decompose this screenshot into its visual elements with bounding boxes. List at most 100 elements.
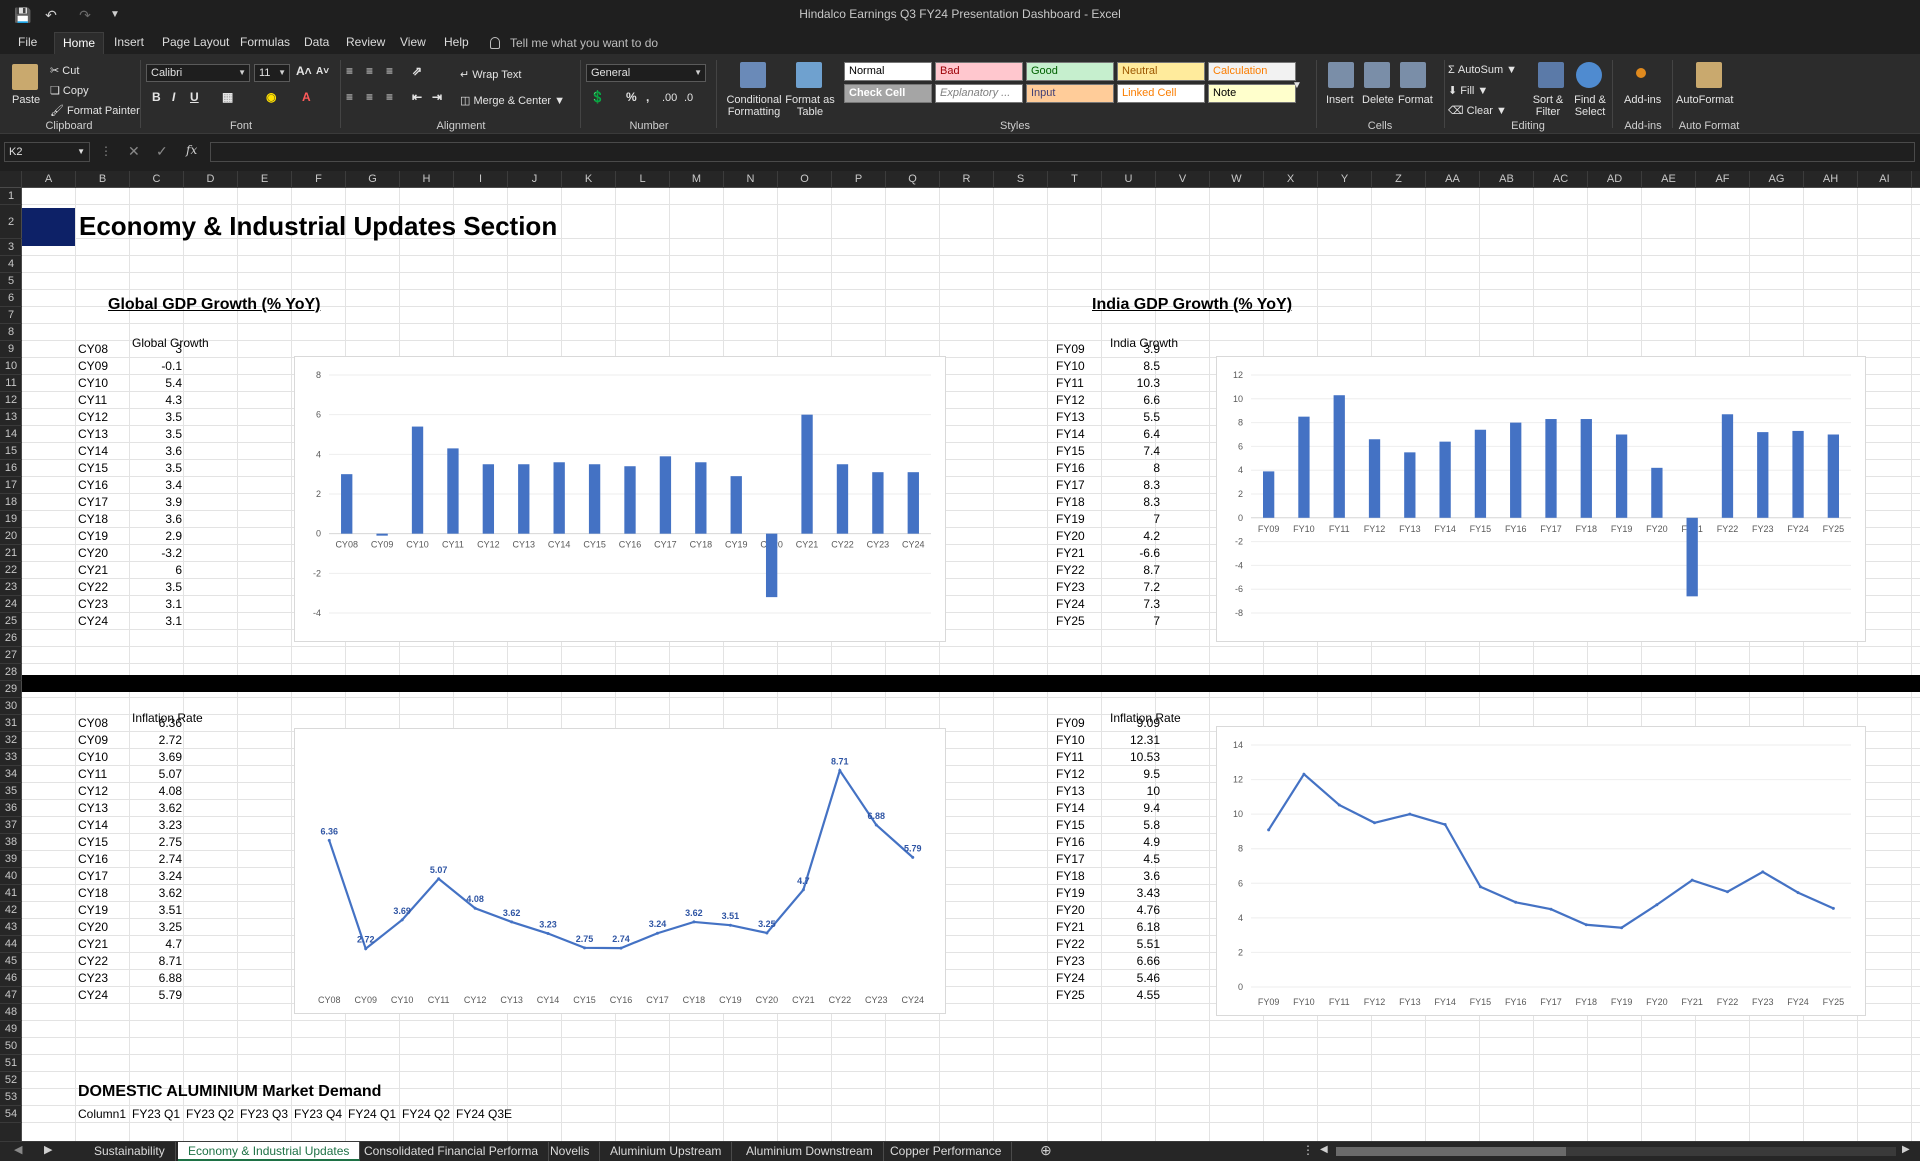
- add-sheet-icon[interactable]: ⊕: [1040, 1142, 1052, 1159]
- formula-input[interactable]: [210, 142, 1915, 162]
- find-select-button[interactable]: Find & Select: [1570, 94, 1610, 118]
- font-size-dropdown[interactable]: 11 ▼: [254, 64, 290, 82]
- column-header-ag[interactable]: AG: [1750, 171, 1804, 188]
- increase-decimal-icon[interactable]: .00: [662, 92, 677, 104]
- sheet-tab[interactable]: Economy & Industrial Updates: [178, 1142, 361, 1161]
- cell-style-input[interactable]: Input: [1026, 84, 1114, 103]
- row-header-3[interactable]: 3: [0, 239, 22, 256]
- sort-filter-icon[interactable]: [1538, 62, 1564, 88]
- scroll-right-icon[interactable]: ▶: [1902, 1144, 1910, 1155]
- row-header-34[interactable]: 34: [0, 766, 22, 783]
- cell-style-good[interactable]: Good: [1026, 62, 1114, 81]
- column-header-af[interactable]: AF: [1696, 171, 1750, 188]
- cut-button[interactable]: ✂ Cut: [50, 64, 79, 77]
- row-header-15[interactable]: 15: [0, 443, 22, 460]
- tell-me-search[interactable]: Tell me what you want to do: [490, 34, 658, 52]
- borders-icon[interactable]: ▦: [222, 90, 233, 104]
- cell-style-calculation[interactable]: Calculation: [1208, 62, 1296, 81]
- insert-cells-button[interactable]: Insert: [1326, 94, 1354, 106]
- column-header-ai[interactable]: AI: [1858, 171, 1912, 188]
- tab-home[interactable]: Home: [54, 32, 105, 54]
- tab-view[interactable]: View: [392, 32, 434, 54]
- row-header-53[interactable]: 53: [0, 1089, 22, 1106]
- tab-help[interactable]: Help: [436, 32, 477, 54]
- tab-insert[interactable]: Insert: [106, 32, 152, 54]
- row-header-10[interactable]: 10: [0, 358, 22, 375]
- format-as-table-button[interactable]: Format as Table: [784, 94, 836, 118]
- row-header-28[interactable]: 28: [0, 664, 22, 681]
- sheet-tab[interactable]: Aluminium Downstream: [736, 1142, 884, 1161]
- row-header-13[interactable]: 13: [0, 409, 22, 426]
- row-header-4[interactable]: 4: [0, 256, 22, 273]
- india-inflation-chart[interactable]: 0 2 4 6 8 10 12 14 FY09 FY10 FY11 FY12 FY13 FY14 FY15 F…: [1216, 726, 1866, 1016]
- column-header-s[interactable]: S: [994, 171, 1048, 188]
- row-header-18[interactable]: 18: [0, 494, 22, 511]
- global-inflation-chart[interactable]: CY08 CY09 CY10 CY11 CY12 CY13 CY14 CY15 CY16 CY17…: [294, 728, 946, 1014]
- row-header-42[interactable]: 42: [0, 902, 22, 919]
- clear-button[interactable]: ⌫ Clear ▼: [1448, 104, 1507, 117]
- column-header-h[interactable]: H: [400, 171, 454, 188]
- column-header-b[interactable]: B: [76, 171, 130, 188]
- cell-style-explanatory[interactable]: Explanatory ...: [935, 84, 1023, 103]
- row-header-33[interactable]: 33: [0, 749, 22, 766]
- italic-button[interactable]: I: [172, 90, 175, 104]
- row-header-29[interactable]: 29: [0, 681, 22, 698]
- column-header-p[interactable]: P: [832, 171, 886, 188]
- cell-style-neutral[interactable]: Neutral: [1117, 62, 1205, 81]
- column-header-d[interactable]: D: [184, 171, 238, 188]
- format-cells-icon[interactable]: [1400, 62, 1426, 88]
- increase-indent-icon[interactable]: ⇥: [432, 90, 442, 104]
- conditional-formatting-button[interactable]: Conditional Formatting: [724, 94, 784, 118]
- column-header-aa[interactable]: AA: [1426, 171, 1480, 188]
- align-center-icon[interactable]: ≡: [366, 90, 373, 104]
- row-header-20[interactable]: 20: [0, 528, 22, 545]
- column-header-l[interactable]: L: [616, 171, 670, 188]
- row-header-44[interactable]: 44: [0, 936, 22, 953]
- merge-center-button[interactable]: ◫ Merge & Center ▼: [460, 94, 565, 107]
- format-as-table-icon[interactable]: [796, 62, 822, 88]
- india-gdp-chart[interactable]: -8 -6 -4 -2 0 2 4 6 8 10 12 FY09 FY10 FY11 FY12 FY13 FY1…: [1216, 356, 1866, 642]
- autoformat-button[interactable]: AutoFormat: [1676, 94, 1733, 106]
- row-header-7[interactable]: 7: [0, 307, 22, 324]
- row-header-37[interactable]: 37: [0, 817, 22, 834]
- row-header-17[interactable]: 17: [0, 477, 22, 494]
- column-header-q[interactable]: Q: [886, 171, 940, 188]
- row-header-12[interactable]: 12: [0, 392, 22, 409]
- column-header-w[interactable]: W: [1210, 171, 1264, 188]
- row-header-24[interactable]: 24: [0, 596, 22, 613]
- tab-data[interactable]: Data: [296, 32, 337, 54]
- row-header-23[interactable]: 23: [0, 579, 22, 596]
- column-header-ac[interactable]: AC: [1534, 171, 1588, 188]
- column-header-r[interactable]: R: [940, 171, 994, 188]
- column-header-m[interactable]: M: [670, 171, 724, 188]
- row-header-26[interactable]: 26: [0, 630, 22, 647]
- paste-button[interactable]: Paste: [12, 94, 40, 106]
- prev-sheet-icon[interactable]: ◀: [14, 1143, 22, 1156]
- addins-icon[interactable]: [1636, 68, 1646, 78]
- row-header-52[interactable]: 52: [0, 1072, 22, 1089]
- column-header-c[interactable]: C: [130, 171, 184, 188]
- sheet-tab[interactable]: Sustainability: [84, 1142, 176, 1161]
- row-header-11[interactable]: 11: [0, 375, 22, 392]
- decrease-font-icon[interactable]: A˅: [316, 66, 329, 77]
- column-header-k[interactable]: K: [562, 171, 616, 188]
- row-header-5[interactable]: 5: [0, 273, 22, 290]
- row-header-43[interactable]: 43: [0, 919, 22, 936]
- cancel-icon[interactable]: ✕: [128, 143, 140, 160]
- column-header-ae[interactable]: AE: [1642, 171, 1696, 188]
- row-header-9[interactable]: 9: [0, 341, 22, 358]
- row-header-30[interactable]: 30: [0, 698, 22, 715]
- paste-icon[interactable]: [12, 64, 38, 90]
- percent-icon[interactable]: %: [626, 90, 637, 104]
- column-header-z[interactable]: Z: [1372, 171, 1426, 188]
- row-header-41[interactable]: 41: [0, 885, 22, 902]
- row-header-45[interactable]: 45: [0, 953, 22, 970]
- name-box[interactable]: K2 ▼: [4, 142, 90, 162]
- row-header-51[interactable]: 51: [0, 1055, 22, 1072]
- row-header-54[interactable]: 54: [0, 1106, 22, 1123]
- format-cells-button[interactable]: Format: [1398, 94, 1433, 106]
- column-header-f[interactable]: F: [292, 171, 346, 188]
- row-header-38[interactable]: 38: [0, 834, 22, 851]
- sheet-tab[interactable]: Aluminium Upstream: [600, 1142, 733, 1161]
- column-header-g[interactable]: G: [346, 171, 400, 188]
